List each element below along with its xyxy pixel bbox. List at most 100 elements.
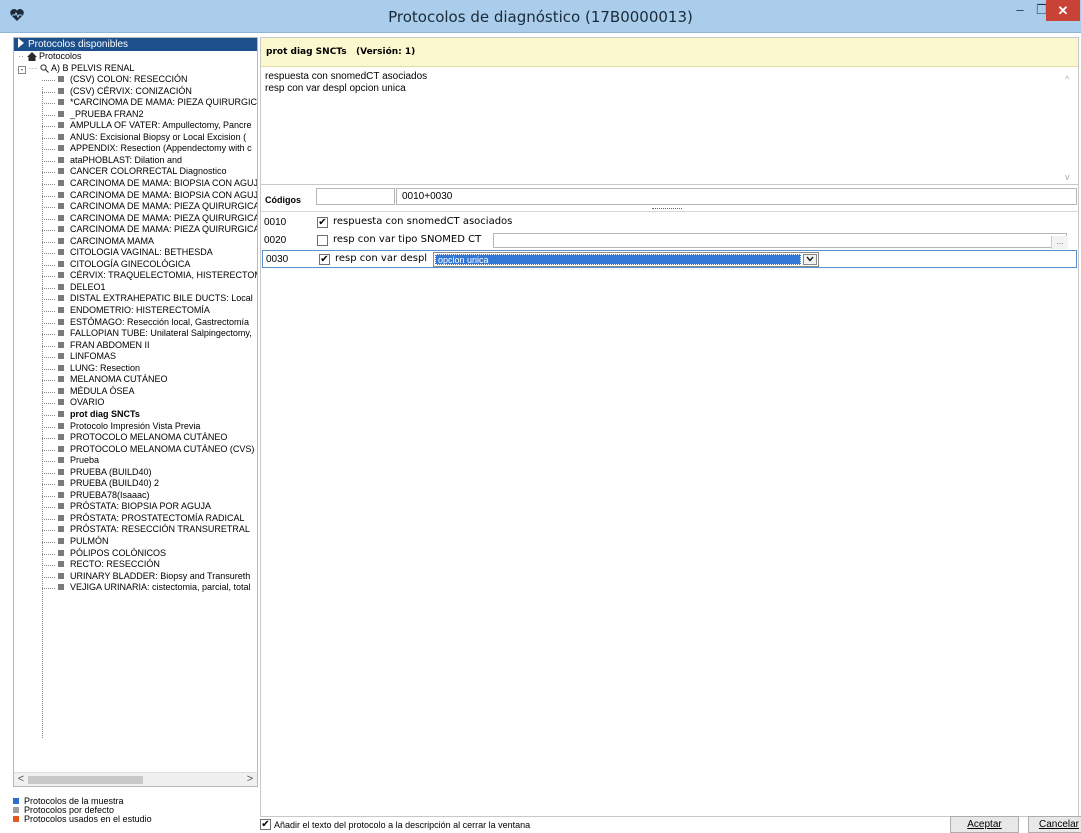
tree-item[interactable]: CARCINOMA DE MAMA: PIEZA QUIRURGICA [14, 224, 257, 236]
tree-connector [42, 507, 55, 509]
protocol-square-icon [58, 295, 64, 302]
protocol-square-icon [58, 307, 64, 314]
tree-item[interactable]: AMPULLA OF VATER: Ampullectomy, Pancre [14, 120, 257, 132]
close-button[interactable]: ✕ [1046, 0, 1080, 21]
tree-connector [42, 230, 55, 232]
splitter-grip[interactable] [652, 208, 682, 209]
tree-item-label: (CSV) COLON: RESECCIÓN [70, 74, 188, 85]
scroll-down-icon[interactable]: v [1065, 172, 1070, 182]
tree-item[interactable]: CARCINOMA DE MAMA: BIOPSIA CON AGUJ [14, 190, 257, 202]
tree-connector [42, 80, 55, 82]
tree-item[interactable]: LINFOMAS [14, 351, 257, 363]
codes-value-field[interactable]: 0010+0030 [396, 188, 1077, 205]
legend-label: Protocolos usados en el estudio [24, 814, 152, 824]
tree-connector [42, 184, 55, 186]
protocol-square-icon [58, 468, 64, 475]
tree-item[interactable]: CARCINOMA MAMA [14, 236, 257, 248]
tree-item[interactable]: Protocolo Impresión Vista Previa [14, 421, 257, 433]
tree-item[interactable]: PRUEBA (BUILD40) 2 [14, 478, 257, 490]
protocol-square-icon [58, 203, 64, 210]
scroll-left-icon[interactable]: < [14, 773, 28, 786]
tree-item[interactable]: (CSV) CÉRVIX: CONIZACIÓN [14, 86, 257, 98]
tree-item[interactable]: OVARIO [14, 397, 257, 409]
protocol-square-icon [58, 434, 64, 441]
tree-group-pelvis-renal[interactable]: - ··· A) B PELVIS RENAL [14, 63, 257, 75]
tree-connector [42, 241, 55, 243]
tree-item[interactable]: ESTÓMAGO: Resección local, Gastrectomía [14, 317, 257, 329]
minimize-button[interactable]: – [1009, 0, 1031, 22]
chevron-down-icon[interactable] [803, 254, 817, 265]
response-checkbox[interactable]: ✔ [317, 217, 328, 228]
tree-item[interactable]: URINARY BLADDER: Biopsy and Transureth [14, 571, 257, 583]
browse-button[interactable]: ... [1051, 236, 1068, 249]
tree-item[interactable]: PROTOCOLO MELANOMA CUTÁNEO [14, 432, 257, 444]
tree-item-label: CÉRVIX: TRAQUELECTOMIA, HISTERECTOM [70, 270, 258, 281]
tree-item[interactable]: prot diag SNCTs [14, 409, 257, 421]
protocol-description[interactable]: respuesta con snomedCT asociados resp co… [261, 68, 1078, 185]
protocol-square-icon [58, 584, 64, 591]
tree-item[interactable]: (CSV) COLON: RESECCIÓN [14, 74, 257, 86]
tree-item-label: PRUEBA (BUILD40) [70, 466, 152, 477]
protocol-square-icon [58, 526, 64, 533]
tree-group-label: A) B PELVIS RENAL [51, 62, 135, 73]
tree-item-label: CITOLOGÍA GINECOLÓGICA [70, 258, 191, 269]
tree-item[interactable]: PRÓSTATA: BIOPSIA POR AGUJA [14, 501, 257, 513]
tree-item[interactable]: MÉDULA ÓSEA [14, 386, 257, 398]
tree-item[interactable]: ataPHOBLAST: Dilation and [14, 155, 257, 167]
tree-item[interactable]: PÓLIPOS COLÓNICOS [14, 548, 257, 560]
tree-item[interactable]: CARCINOMA DE MAMA: BIOPSIA CON AGUJ [14, 178, 257, 190]
tree-item[interactable]: DELEO1 [14, 282, 257, 294]
add-text-checkbox[interactable]: ✔ [260, 819, 271, 830]
tree-item[interactable]: FALLOPIAN TUBE: Unilateral Salpingectomy… [14, 328, 257, 340]
snomed-ct-field[interactable]: ... [493, 233, 1068, 249]
scrollbar-thumb[interactable] [28, 776, 143, 784]
accept-button[interactable]: Aceptar [950, 816, 1019, 833]
tree-item[interactable]: CARCINOMA DE MAMA: PIEZA QUIRURGICA [14, 213, 257, 225]
horizontal-scrollbar[interactable]: < > [14, 772, 257, 786]
tree-item[interactable]: PULMÓN [14, 536, 257, 548]
tree-item[interactable]: PRUEBA78(Isaaac) [14, 490, 257, 502]
tree-item-label: CARCINOMA DE MAMA: BIOPSIA CON AGUJ [70, 178, 258, 189]
tree-item[interactable]: PRUEBA (BUILD40) [14, 467, 257, 479]
protocol-square-icon [58, 133, 64, 140]
tree-item[interactable]: CÉRVIX: TRAQUELECTOMIA, HISTERECTOM [14, 270, 257, 282]
scroll-right-icon[interactable]: > [243, 773, 257, 786]
tree-item[interactable]: ANUS: Excisional Biopsy or Local Excisio… [14, 132, 257, 144]
description-line: resp con var despl opcion unica [265, 83, 406, 94]
tree-root-protocols[interactable]: ·· Protocolos [14, 51, 257, 63]
tree-item[interactable]: CANCER COLORRECTAL Diagnostico [14, 166, 257, 178]
cancel-button[interactable]: Cancelar [1028, 816, 1081, 833]
scroll-up-icon[interactable]: ^ [1065, 74, 1069, 84]
tree-item[interactable]: *CARCINOMA DE MAMA: PIEZA QUIRURGICA [14, 97, 257, 109]
tree-item[interactable]: _PRUEBA FRAN2 [14, 109, 257, 121]
tree-item[interactable]: PRÓSTATA: PROSTATECTOMÍA RADICAL [14, 513, 257, 525]
tree-item[interactable]: APPENDIX: Resection (Appendectomy with c [14, 143, 257, 155]
tree-item[interactable]: RECTO: RESECCIÓN [14, 559, 257, 571]
tree-item[interactable]: MELANOMA CUTÁNEO [14, 374, 257, 386]
tree-item[interactable]: CARCINOMA DE MAMA: PIEZA QUIRURGICA [14, 201, 257, 213]
tree-item[interactable]: PROTOCOLO MELANOMA CUTÁNEO (CVS) [14, 444, 257, 456]
tree-connector [42, 380, 55, 382]
protocol-square-icon [58, 549, 64, 556]
tree-connector [42, 91, 55, 93]
collapse-icon[interactable]: - [18, 65, 26, 74]
tree-item[interactable]: CITOLOGIA VAGINAL: BETHESDA [14, 247, 257, 259]
tree-item[interactable]: ENDOMETRIO: HISTERECTOMÍA [14, 305, 257, 317]
response-checkbox[interactable] [317, 235, 328, 246]
protocol-square-icon [58, 237, 64, 244]
tree-connector [42, 461, 55, 463]
tree-item[interactable]: VEJIGA URINARIA: cistectomia, parcial, t… [14, 582, 257, 594]
tree-item[interactable]: PRÓSTATA: RESECCIÓN TRANSURETRAL [14, 524, 257, 536]
tree-item-label: ENDOMETRIO: HISTERECTOMÍA [70, 305, 210, 316]
tree-item-label: URINARY BLADDER: Biopsy and Transureth [70, 570, 251, 581]
tree-item[interactable]: DISTAL EXTRAHEPATIC BILE DUCTS: Local [14, 293, 257, 305]
tree-item[interactable]: LUNG: Resection [14, 363, 257, 375]
tree-item[interactable]: FRAN ABDOMEN II [14, 340, 257, 352]
tree-item[interactable]: CITOLOGÍA GINECOLÓGICA [14, 259, 257, 271]
codes-input[interactable] [316, 188, 395, 205]
tree-item[interactable]: Prueba [14, 455, 257, 467]
response-checkbox[interactable]: ✔ [319, 254, 330, 265]
description-scrollbar[interactable]: ^ v [1065, 74, 1075, 182]
option-dropdown[interactable]: opcion unica [433, 252, 819, 267]
available-protocols-header[interactable]: Protocolos disponibles [14, 38, 257, 51]
